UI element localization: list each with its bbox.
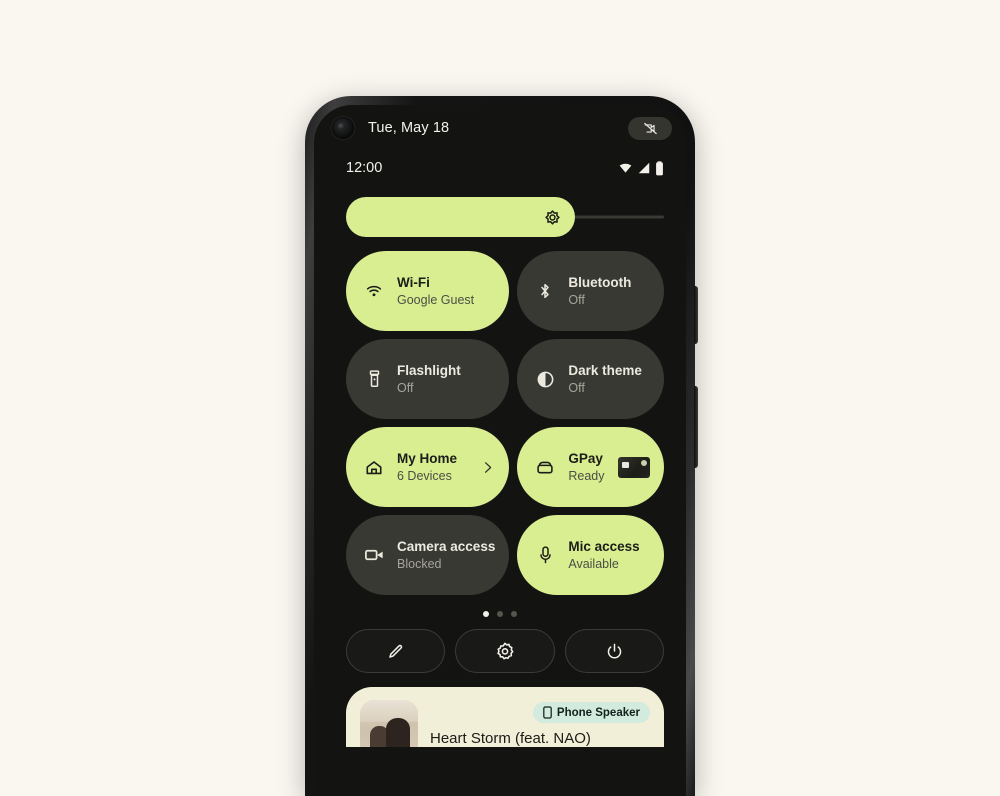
- gear-icon: [497, 642, 514, 660]
- page-dot-2[interactable]: [497, 611, 503, 617]
- edit-button[interactable]: [346, 629, 446, 673]
- tile-label: Dark theme: [568, 362, 642, 378]
- tile-label: Camera access: [397, 538, 496, 554]
- media-info: Phone Speaker Heart Storm (feat. NAO): [430, 700, 650, 747]
- tile-label: Wi-Fi: [397, 274, 430, 290]
- power-side-button[interactable]: [694, 386, 698, 468]
- tile-label: Mic access: [568, 538, 640, 554]
- chevron-right-icon[interactable]: [480, 460, 495, 475]
- tile-sublabel: Google Guest: [397, 292, 475, 307]
- tile-camera-access[interactable]: Camera access Blocked: [346, 515, 510, 595]
- page-dot-3[interactable]: [511, 611, 517, 617]
- tile-label: Flashlight: [397, 362, 461, 378]
- tile-sublabel: Off: [568, 292, 585, 307]
- flashlight-icon: [363, 369, 385, 389]
- tile-text: My Home 6 Devices: [397, 451, 457, 484]
- tile-sublabel: Blocked: [397, 556, 442, 571]
- pencil-icon: [389, 644, 403, 658]
- wallet-icon: [534, 458, 556, 477]
- tile-flashlight[interactable]: Flashlight Off: [346, 339, 510, 419]
- track-title: Heart Storm (feat. NAO): [430, 730, 591, 747]
- phone-screen: Tue, May 18 12:00 Wi-Fi Google Guest Blu…: [314, 105, 686, 796]
- tile-label: My Home: [397, 450, 458, 466]
- wifi-icon: [619, 163, 632, 173]
- tile-text: Camera access Blocked: [397, 539, 495, 572]
- quick-settings-tile-grid: Wi-Fi Google Guest Bluetooth Off Flashli…: [314, 237, 686, 595]
- page-dot-1[interactable]: [483, 611, 489, 617]
- tile-sublabel: Ready: [568, 468, 605, 483]
- quick-settings-date-bar: Tue, May 18: [314, 105, 686, 151]
- power-icon: [607, 643, 622, 658]
- quick-settings-footer: [314, 617, 686, 673]
- settings-button[interactable]: [455, 629, 555, 673]
- brightness-sun-icon: [545, 209, 560, 225]
- bluetooth-icon: [534, 281, 556, 301]
- tile-sublabel: Off: [397, 380, 414, 395]
- dark-theme-icon: [534, 370, 556, 389]
- tile-text: Dark theme Off: [568, 363, 642, 396]
- front-camera-punch-hole: [332, 117, 354, 139]
- camera-icon: [363, 547, 385, 563]
- tile-mic-access[interactable]: Mic access Available: [517, 515, 664, 595]
- tile-my-home[interactable]: My Home 6 Devices: [346, 427, 510, 507]
- status-icons: [618, 160, 664, 176]
- battery-icon: [656, 160, 663, 175]
- tile-dark-theme[interactable]: Dark theme Off: [517, 339, 664, 419]
- brightness-slider[interactable]: [346, 197, 664, 237]
- home-icon: [363, 458, 385, 477]
- credit-card-art[interactable]: [618, 456, 650, 478]
- tile-wifi[interactable]: Wi-Fi Google Guest: [346, 251, 510, 331]
- media-player-card[interactable]: Phone Speaker Heart Storm (feat. NAO): [346, 687, 664, 747]
- wifi-icon: [363, 282, 385, 300]
- signal-icon: [638, 162, 650, 174]
- tile-label: Bluetooth: [568, 274, 632, 290]
- phone-icon: [543, 706, 552, 719]
- status-bar: 12:00: [314, 151, 686, 181]
- tile-bluetooth[interactable]: Bluetooth Off: [517, 251, 664, 331]
- camera-off-icon: [643, 122, 657, 134]
- tile-text: Bluetooth Off: [568, 275, 631, 308]
- tile-sublabel: 6 Devices: [397, 468, 452, 483]
- camera-blocked-chip[interactable]: [628, 116, 672, 140]
- tile-text: GPay Ready: [568, 451, 604, 484]
- tile-gpay[interactable]: GPay Ready: [517, 427, 664, 507]
- clock-label: 12:00: [346, 160, 383, 176]
- power-button[interactable]: [564, 629, 664, 673]
- tile-text: Wi-Fi Google Guest: [397, 275, 474, 308]
- output-device-label: Phone Speaker: [556, 706, 640, 719]
- phone-device-frame: Tue, May 18 12:00 Wi-Fi Google Guest Blu…: [305, 96, 698, 796]
- tile-sublabel: Off: [568, 380, 585, 395]
- tile-text: Flashlight Off: [397, 363, 461, 396]
- volume-button[interactable]: [694, 286, 698, 344]
- album-art: [360, 700, 418, 747]
- tile-text: Mic access Available: [568, 539, 639, 572]
- mic-icon: [534, 545, 556, 565]
- output-device-chip[interactable]: Phone Speaker: [532, 702, 650, 723]
- tile-sublabel: Available: [568, 556, 619, 571]
- date-label: Tue, May 18: [368, 120, 450, 136]
- tile-label: GPay: [568, 450, 603, 466]
- brightness-fill[interactable]: [346, 197, 575, 237]
